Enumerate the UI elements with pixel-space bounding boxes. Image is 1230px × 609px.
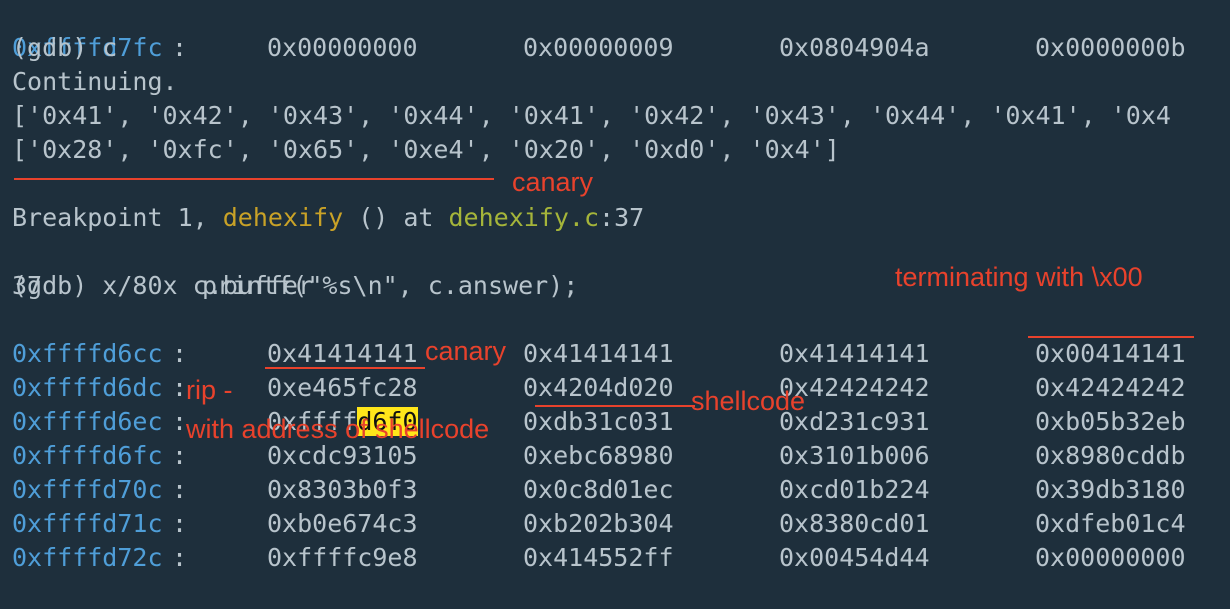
memory-word: 0x41414141: [267, 339, 418, 368]
memory-address: 0xffffd72c: [12, 543, 163, 572]
gdb-command-continue: (gdb) c: [12, 33, 118, 62]
terminating-underline: [1028, 336, 1194, 338]
address-colon: :: [172, 441, 188, 470]
memory-word: 0x39db3180: [1035, 475, 1186, 504]
canary-annotation: canary: [512, 167, 594, 197]
memory-word: 0x4204d020: [523, 373, 674, 402]
source-line: 37 printf("%s\n", c.answer);: [12, 235, 578, 300]
memory-word: 0x0804904a: [779, 33, 930, 62]
memory-word: 0x41414141: [779, 339, 930, 368]
memory-word: 0x8980cddb: [1035, 441, 1186, 470]
memory-word: 0x8303b0f3: [267, 475, 418, 504]
address-colon: :: [172, 509, 188, 538]
memory-word: 0xcdc93105: [267, 441, 418, 470]
address-colon: :: [172, 373, 188, 402]
shellcode-underline: [535, 405, 695, 407]
memory-word: 0xebc68980: [523, 441, 674, 470]
memory-row: 0xffffd6fc:0xcdc93105 0xebc68980 0x3101b00…: [12, 405, 1186, 470]
canary-word-annotation: canary: [425, 336, 507, 366]
address-colon: :: [172, 33, 188, 62]
terminal-window[interactable]: 0xffffd7fc:0x00000000 0x00000009 0x0804904…: [0, 0, 1230, 572]
memory-word: 0x00000000: [1035, 543, 1186, 572]
output-hex-list-1: ['0x41', '0x42', '0x43', '0x44', '0x41',…: [12, 101, 1171, 130]
memory-row: 0xffffd72c: 0xffffc9e8 0x414552ff 0x00454d4…: [12, 507, 1186, 572]
memory-row: 0xffffd70c:0x8303b0f3 0x0c8d01ec 0xcd01b22…: [12, 439, 1186, 504]
memory-word: 0xe465fc28: [267, 373, 418, 402]
breakpoint-mid: () at: [343, 203, 449, 232]
source-line-ref: :37: [599, 203, 645, 232]
address-colon: :: [172, 475, 188, 504]
rip-annotation: rip -: [186, 375, 233, 405]
memory-word: 0x41414141: [523, 339, 674, 368]
memory-word: 0x0c8d01ec: [523, 475, 674, 504]
breakpoint-line: Breakpoint 1, dehexify () at dehexify.c:…: [12, 201, 644, 235]
memory-word: 0x0000000b: [1035, 33, 1186, 62]
canary-word-underline: [265, 367, 425, 369]
gdb-command-examine: (gdb) x/80x c.buffer: [12, 271, 314, 300]
memory-word: 0xb202b304: [523, 509, 674, 538]
memory-word: 0xb05b32eb: [1035, 407, 1186, 436]
output-hex-list-2: ['0x28', '0xfc', '0x65', '0xe4', '0x20',…: [12, 135, 840, 164]
memory-word: 0x8380cd01: [779, 509, 930, 538]
function-name: dehexify: [222, 203, 344, 232]
continuing-message: Continuing.: [12, 67, 178, 96]
breakpoint-prefix: Breakpoint 1,: [12, 203, 223, 232]
shellcode-annotation: shellcode: [691, 386, 806, 416]
memory-word: 0x00454d44: [779, 543, 930, 572]
address-colon: :: [172, 339, 188, 368]
address-colon: :: [172, 543, 188, 572]
terminating-annotation: terminating with \x00: [895, 262, 1143, 292]
memory-word: 0xdfeb01c4: [1035, 509, 1186, 538]
memory-row: 0xffffd6cc:0x41414141 0x41414141 0x4141414…: [12, 303, 1186, 368]
memory-word: 0xcd01b224: [779, 475, 930, 504]
source-file: dehexify.c: [448, 203, 600, 232]
memory-row: 0xffffd6ec:0xffffd6f0 0xdb31c031 0xd231c93…: [12, 371, 1186, 436]
memory-row: 0xffffd71c:0xb0e674c3 0xb202b304 0x8380cd0…: [12, 473, 1186, 538]
memory-word: 0xdb31c031: [523, 407, 674, 436]
memory-word: 0x00000009: [523, 33, 674, 62]
memory-word: 0xb0e674c3: [267, 509, 418, 538]
memory-row-top: 0xffffd7fc:0x00000000 0x00000009 0x0804904…: [12, 0, 1186, 62]
canary-underline: [14, 178, 494, 180]
rip-detail-annotation: with address of shellcode: [186, 414, 490, 444]
memory-word: 0x3101b006: [779, 441, 930, 470]
memory-word: 0x00000000: [267, 33, 418, 62]
memory-word: 0x414552ff: [523, 543, 674, 572]
memory-word: 0x00414141: [1035, 339, 1186, 368]
address-colon: :: [172, 407, 188, 436]
memory-row: 0xffffd6dc:0xe465fc28 0x4204d020 0x4242424…: [12, 337, 1186, 402]
memory-word: 0x42424242: [1035, 373, 1186, 402]
memory-word: 0xffffc9e8: [267, 543, 418, 572]
